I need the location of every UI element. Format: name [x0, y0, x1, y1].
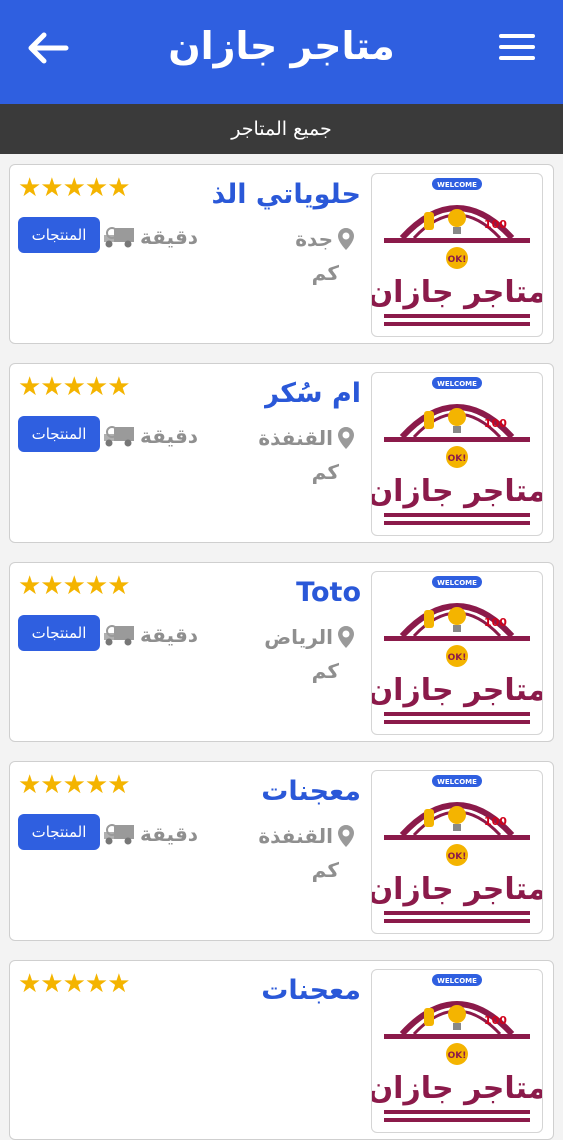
store-city: القنفذة [258, 824, 333, 848]
store-name[interactable]: معجنات [261, 975, 361, 1006]
location-pin-icon [338, 427, 354, 449]
svg-text:متاجر جازان: متاجر جازان [372, 474, 542, 509]
location-pin-icon [338, 228, 354, 250]
store-logo: WELCOME 100 OK! متاجر جازان [371, 173, 543, 337]
store-card[interactable]: WELCOME 100 OK! متاجر جازان ام سُكر ★★★★… [9, 363, 554, 543]
svg-text:100: 100 [484, 616, 507, 629]
svg-text:متاجر جازان: متاجر جازان [372, 1071, 542, 1106]
store-logo: WELCOME 100 OK! متاجر جازان [371, 571, 543, 735]
store-location: القنفذة [258, 824, 355, 848]
store-logo-image: WELCOME 100 OK! متاجر جازان [372, 974, 542, 1126]
rating-stars-icon: ★★★★★ [18, 372, 131, 402]
svg-text:متاجر جازان: متاجر جازان [372, 673, 542, 708]
delivery-time-label: دقيقة [140, 623, 199, 647]
delivery-time: دقيقة [102, 424, 198, 448]
delivery-truck-icon [104, 426, 134, 447]
store-card[interactable]: WELCOME 100 OK! متاجر جازان حلوياتي الذ … [9, 164, 554, 344]
svg-text:OK!: OK! [448, 653, 467, 663]
svg-text:متاجر جازان: متاجر جازان [372, 275, 542, 310]
delivery-truck-icon [104, 625, 134, 646]
svg-text:OK!: OK! [448, 454, 467, 464]
store-location: الرياض [264, 625, 355, 649]
page-title: متاجر جازان [168, 24, 395, 68]
store-city: جدة [295, 227, 333, 251]
store-logo-image: WELCOME 100 OK! متاجر جازان [372, 377, 542, 529]
delivery-truck-icon [104, 227, 134, 248]
products-button[interactable]: المنتجات [18, 615, 100, 651]
store-logo: WELCOME 100 OK! متاجر جازان [371, 770, 543, 934]
store-city: الرياض [264, 625, 333, 649]
svg-text:WELCOME: WELCOME [437, 778, 477, 786]
svg-text:OK!: OK! [448, 255, 467, 265]
svg-text:100: 100 [484, 815, 507, 828]
app-header: متاجر جازان [0, 0, 563, 104]
delivery-time-label: دقيقة [140, 424, 199, 448]
svg-text:OK!: OK! [448, 852, 467, 862]
rating-stars-icon: ★★★★★ [18, 969, 131, 999]
store-distance: كم [311, 261, 339, 285]
section-title: جميع المتاجر [0, 104, 563, 154]
store-name[interactable]: معجنات [261, 776, 361, 807]
svg-text:WELCOME: WELCOME [437, 977, 477, 985]
store-city: القنفذة [258, 426, 333, 450]
products-button[interactable]: المنتجات [18, 416, 100, 452]
delivery-time: دقيقة [102, 822, 198, 846]
store-card[interactable]: WELCOME 100 OK! متاجر جازان معجنات ★★★★★ [9, 960, 554, 1140]
svg-text:100: 100 [484, 218, 507, 231]
rating-stars-icon: ★★★★★ [18, 770, 131, 800]
svg-text:WELCOME: WELCOME [437, 380, 477, 388]
delivery-time-label: دقيقة [140, 822, 199, 846]
delivery-time: دقيقة [102, 225, 198, 249]
store-location: القنفذة [258, 426, 355, 450]
store-logo: WELCOME 100 OK! متاجر جازان [371, 969, 543, 1133]
delivery-time-label: دقيقة [140, 225, 199, 249]
rating-stars-icon: ★★★★★ [18, 173, 131, 203]
delivery-truck-icon [104, 824, 134, 845]
hamburger-menu-icon[interactable] [499, 32, 535, 62]
products-button[interactable]: المنتجات [18, 217, 100, 253]
svg-text:WELCOME: WELCOME [437, 181, 477, 189]
store-logo-image: WELCOME 100 OK! متاجر جازان [372, 178, 542, 330]
store-name[interactable]: حلوياتي الذ [211, 179, 361, 210]
delivery-time: دقيقة [102, 623, 198, 647]
store-logo: WELCOME 100 OK! متاجر جازان [371, 372, 543, 536]
products-button[interactable]: المنتجات [18, 814, 100, 850]
svg-text:100: 100 [484, 417, 507, 430]
store-distance: كم [311, 858, 339, 882]
svg-text:OK!: OK! [448, 1051, 467, 1061]
svg-text:متاجر جازان: متاجر جازان [372, 872, 542, 907]
store-name[interactable]: ام سُكر [264, 378, 362, 409]
rating-stars-icon: ★★★★★ [18, 571, 131, 601]
store-logo-image: WELCOME 100 OK! متاجر جازان [372, 775, 542, 927]
store-card[interactable]: WELCOME 100 OK! متاجر جازان Toto ★★★★★ ا… [9, 562, 554, 742]
svg-text:100: 100 [484, 1014, 507, 1027]
svg-text:WELCOME: WELCOME [437, 579, 477, 587]
store-logo-image: WELCOME 100 OK! متاجر جازان [372, 576, 542, 728]
location-pin-icon [338, 825, 354, 847]
store-distance: كم [311, 460, 339, 484]
location-pin-icon [338, 626, 354, 648]
store-distance: كم [311, 659, 339, 683]
store-card[interactable]: WELCOME 100 OK! متاجر جازان معجنات ★★★★★… [9, 761, 554, 941]
store-name[interactable]: Toto [296, 577, 361, 608]
store-location: جدة [295, 227, 355, 251]
